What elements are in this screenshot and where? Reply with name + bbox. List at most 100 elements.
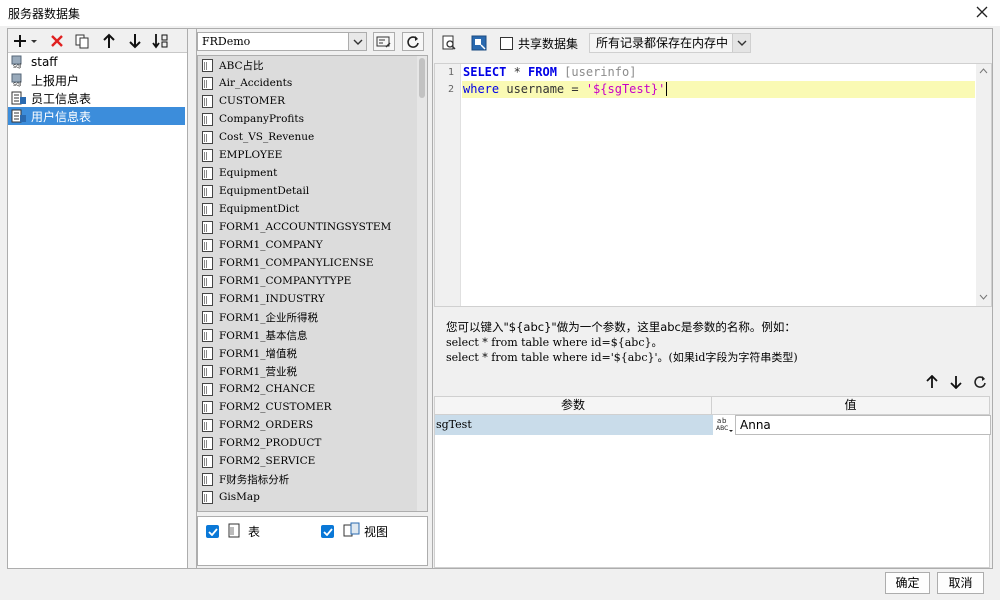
tree-item-employee-info[interactable]: 员工信息表 [8,89,187,107]
storage-mode-select[interactable]: 所有记录都保存在内存中 [589,33,751,53]
table-name: FORM2_ORDERS [219,419,314,431]
copy-dataset-button[interactable] [73,32,91,50]
code-line-2[interactable]: where username = '${sgTest}' [462,81,975,98]
table-list-item[interactable]: ABC占比 [198,56,427,74]
line-number: 1 [447,67,454,78]
parameter-row[interactable]: sgTest a b ABC Anna [435,415,991,435]
show-views-checkbox[interactable] [321,525,334,538]
tree-item-staff[interactable]: sql staff [8,53,187,71]
svg-text:a: a [717,417,721,425]
table-icon [202,292,213,306]
add-dataset-button[interactable] [12,32,40,50]
table-list-item[interactable]: EquipmentDict [198,200,427,218]
table-list-item[interactable]: FORM1_ACCOUNTINGSYSTEM [198,218,427,236]
table-icon [202,382,213,396]
table-list-item[interactable]: FORM1_INDUSTRY [198,290,427,308]
table-icon [202,76,213,90]
table-list-item[interactable]: FORM1_COMPANYLICENSE [198,254,427,272]
param-type-button[interactable]: a b ABC [713,415,735,435]
preview-button[interactable] [440,34,458,52]
hint-line: 您可以键入"${abc}"做为一个参数，这里abc是参数的名称。例如： [446,320,796,334]
table-filter-bar: 表 视图 [197,516,428,566]
table-name: FORM1_企业所得税 [219,311,318,324]
table-list-item[interactable]: EquipmentDetail [198,182,427,200]
storage-mode-value: 所有记录都保存在内存中 [596,36,729,50]
table-list-item[interactable]: FORM2_PRODUCT [198,434,427,452]
param-up-button[interactable] [924,373,940,391]
close-icon[interactable] [974,4,990,20]
arrow-down-icon [129,34,141,49]
table-list-item[interactable]: FORM2_CHANCE [198,380,427,398]
table-list-item[interactable]: Air_Accidents [198,74,427,92]
chevron-down-icon [348,33,366,50]
share-dataset-checkbox[interactable] [500,37,513,50]
table-list-item[interactable]: CompanyProfits [198,110,427,128]
table-list-item[interactable]: FORM1_营业税 [198,362,427,380]
tree-item-user-info[interactable]: 用户信息表 [8,107,185,125]
table-icon [202,238,213,252]
tree-item-label: 上报用户 [31,73,80,88]
table-list-item[interactable]: Cost_VS_Revenue [198,128,427,146]
title-bar: 服务器数据集 [0,0,1000,26]
svg-text:b: b [722,417,727,425]
cancel-button[interactable]: 取消 [937,572,984,594]
table-icon [202,130,213,144]
scroll-thumb[interactable] [419,58,425,98]
table-list-item[interactable]: F财务指标分析 [198,470,427,488]
sql-keyword: where [463,82,500,96]
table-list-scrollbar[interactable] [417,56,427,511]
refresh-connection-button[interactable] [402,32,424,51]
delete-dataset-button[interactable] [48,32,66,50]
table-name: FORM2_CHANCE [219,383,316,395]
table-icon [202,328,213,342]
table-name: F财务指标分析 [219,473,290,486]
param-down-button[interactable] [948,373,964,391]
line-number-gutter: 1 2 [435,64,461,306]
table-list-item[interactable]: FORM2_CUSTOMER [198,398,427,416]
dataset-panel: sql staff sql 上报用户 员工信息表 用户信息表 [8,29,188,568]
table-list-item[interactable]: EMPLOYEE [198,146,427,164]
show-views-label: 视图 [364,525,389,539]
editor-scrollbar[interactable] [976,64,991,306]
table-list-item[interactable]: FORM1_COMPANY [198,236,427,254]
table-list-item[interactable]: Equipment [198,164,427,182]
table-name: FORM2_CUSTOMER [219,401,332,413]
report-icon [11,91,26,105]
table-list-item[interactable]: FORM1_增值税 [198,344,427,362]
show-tables-checkbox[interactable] [206,525,219,538]
code-line-1[interactable]: SELECT * FROM [userinfo] [462,64,636,81]
table-list-item[interactable]: FORM1_基本信息 [198,326,427,344]
table-list-item[interactable]: FORM2_SERVICE [198,452,427,470]
sort-button[interactable] [152,32,170,50]
line-number: 2 [447,84,454,95]
tree-item-report-users[interactable]: sql 上报用户 [8,71,187,89]
table-name: FORM1_基本信息 [219,329,308,342]
move-down-button[interactable] [126,32,144,50]
sql-designer-button[interactable] [470,34,488,52]
query-panel: 共享数据集 所有记录都保存在内存中 1 2 SELECT * FROM [use… [434,29,992,568]
table-list-item[interactable]: FORM2_ORDERS [198,416,427,434]
svg-text:sql: sql [13,63,22,69]
sql-editor[interactable]: 1 2 SELECT * FROM [userinfo] where usern… [434,63,992,307]
table-icon [202,310,213,324]
edit-connection-button[interactable] [373,32,395,51]
parameter-table-header: 参数 值 [435,397,989,415]
table-list-item[interactable]: FORM1_企业所得税 [198,308,427,326]
table-list-item[interactable]: GisMap [198,488,427,506]
sql-table-name: [userinfo] [556,65,637,79]
table-name: GisMap [219,491,260,503]
table-name: ABC占比 [219,59,264,72]
table-list-item[interactable]: CUSTOMER [198,92,427,110]
param-refresh-button[interactable] [972,373,988,391]
table-name: FORM2_SERVICE [219,455,316,467]
move-up-button[interactable] [100,32,118,50]
copy-icon [75,34,89,49]
table-name: EquipmentDetail [219,185,310,197]
table-list-item[interactable]: FORM1_COMPANYTYPE [198,272,427,290]
connection-select[interactable]: FRDemo [197,32,367,51]
param-value-input[interactable]: Anna [735,415,991,435]
table-name: Cost_VS_Revenue [219,131,315,143]
refresh-icon [407,35,419,48]
ok-button[interactable]: 确定 [885,572,930,594]
edit-connection-icon [376,36,391,48]
